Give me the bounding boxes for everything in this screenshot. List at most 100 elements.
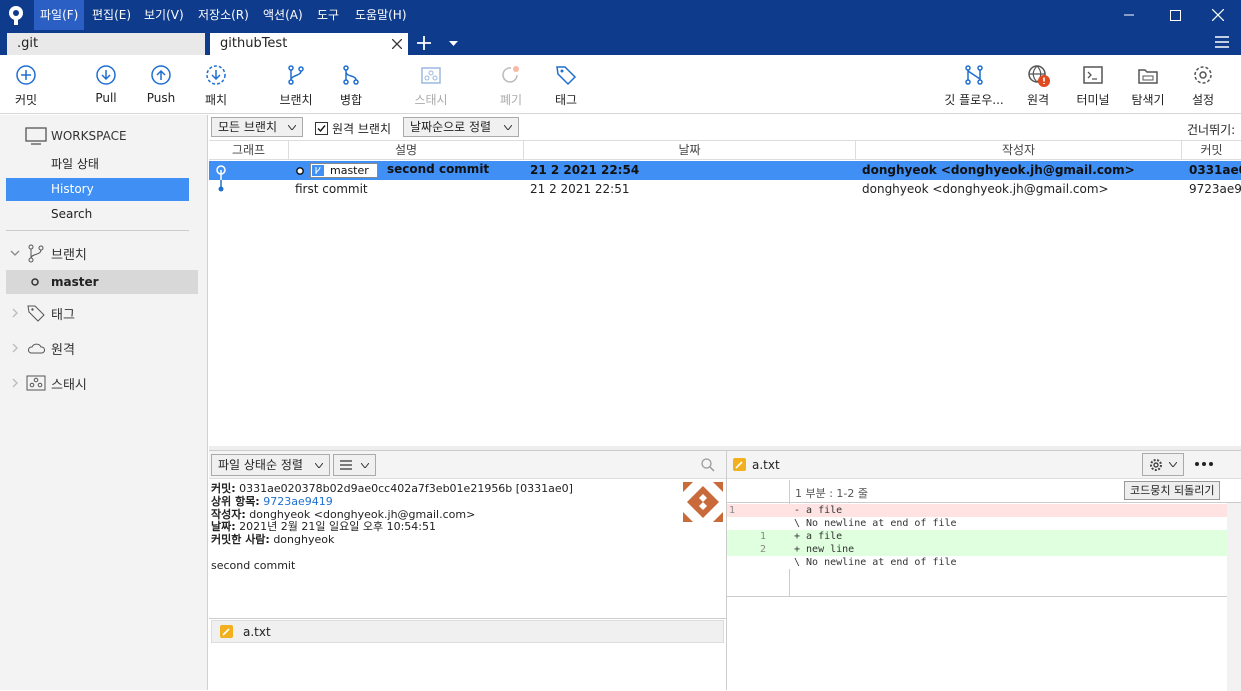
tag-label: 태그 <box>554 93 578 107</box>
head-marker-icon <box>296 167 304 175</box>
author-value: donghyeok <donghyeok.jh@gmail.com> <box>249 507 476 521</box>
maximize-button[interactable] <box>1152 0 1198 30</box>
remote-label: 원격 <box>1026 93 1050 107</box>
commit-description: first commit <box>295 182 368 196</box>
parent-link[interactable]: 9723ae9419 <box>263 495 333 508</box>
hunk-range: 1 부분 : 1-2 줄 <box>795 487 869 500</box>
stash-button[interactable]: 스태시 <box>401 63 461 108</box>
branch-button[interactable]: 브랜치 <box>266 63 326 108</box>
menu-help[interactable]: 도움말(H) <box>349 0 413 30</box>
commit-icon <box>16 65 36 85</box>
new-tab-icon[interactable] <box>417 36 431 50</box>
menu-tools[interactable]: 도구 <box>311 0 345 30</box>
column-header-date[interactable]: 날짜 <box>524 141 856 160</box>
tab-githubtest[interactable]: githubTest <box>210 33 408 55</box>
diff-options-dropdown[interactable] <box>1142 453 1184 476</box>
vertical-scrollbar[interactable] <box>1227 503 1241 691</box>
discard-button[interactable]: 폐기 <box>481 63 541 108</box>
commit-metadata: 커밋: 0331ae020378b02d9ae0cc402a7f3eb01e21… <box>211 482 573 573</box>
branch-label-master: master <box>310 163 378 178</box>
file-sort-dropdown[interactable]: 파일 상태순 정렬 <box>211 454 330 476</box>
explorer-button[interactable]: 탐색기 <box>1118 63 1178 108</box>
graph-node-icon <box>218 180 224 192</box>
maximize-icon <box>1169 9 1181 21</box>
table-row[interactable]: master second commit 21 2 2021 22:54 don… <box>209 161 1241 180</box>
search-icon[interactable] <box>701 458 715 472</box>
explorer-label: 탐색기 <box>1131 93 1165 107</box>
column-header-description[interactable]: 설명 <box>289 141 524 160</box>
push-button[interactable]: Push <box>131 63 191 105</box>
divider <box>6 230 189 231</box>
menu-actions[interactable]: 액션(A) <box>257 0 309 30</box>
commit-button[interactable]: 커밋 <box>0 63 56 108</box>
commit-detail-pane: 파일 상태순 정렬 커밋: 0331ae020378b02d9ae0cc402a… <box>209 450 726 690</box>
minimize-button[interactable] <box>1106 0 1152 30</box>
avatar <box>683 482 723 522</box>
tab-close-icon[interactable] <box>392 39 402 49</box>
terminal-button[interactable]: 터미널 <box>1063 63 1123 108</box>
file-list-item[interactable]: a.txt <box>211 620 724 643</box>
branch-master-label: master <box>51 275 99 289</box>
column-header-commit[interactable]: 커밋 <box>1182 141 1241 160</box>
divider <box>209 618 726 619</box>
more-options-icon[interactable] <box>1195 462 1213 466</box>
pull-icon <box>96 65 116 85</box>
settings-button[interactable]: 설정 <box>1173 63 1233 108</box>
sidebar: WORKSPACE 파일 상태 History Search 브랜치 maste… <box>0 115 208 690</box>
commit-date: 21 2 2021 22:51 <box>530 182 630 196</box>
remote-button[interactable]: 원격 <box>1008 63 1068 108</box>
file-modified-icon <box>220 625 233 638</box>
menu-repository[interactable]: 저장소(R) <box>192 0 255 30</box>
sidebar-item-search[interactable]: Search <box>6 203 189 226</box>
sidebar-section-stashes[interactable]: 스태시 <box>10 371 87 395</box>
push-label: Push <box>146 91 176 105</box>
committer-key: 커밋한 사람: <box>211 533 270 547</box>
merge-button[interactable]: 병합 <box>321 63 381 108</box>
sidebar-section-tags[interactable]: 태그 <box>10 301 75 325</box>
all-branches-dropdown[interactable]: 모든 브랜치 <box>211 117 303 137</box>
branch-icon <box>312 165 324 176</box>
sidebar-section-remotes[interactable]: 원격 <box>10 336 75 360</box>
cloud-icon <box>27 343 46 354</box>
sidebar-section-branches[interactable]: 브랜치 <box>10 241 87 265</box>
tab-repo[interactable]: .git <box>7 33 205 55</box>
table-row[interactable]: first commit 21 2 2021 22:51 donghyeok <… <box>209 180 1241 199</box>
revert-hunk-button[interactable]: 코드뭉치 되돌리기 <box>1124 481 1221 500</box>
branch-icon <box>28 244 44 263</box>
discard-icon <box>502 66 519 83</box>
discard-label: 폐기 <box>499 93 523 107</box>
sidebar-item-file-status[interactable]: 파일 상태 <box>6 153 189 176</box>
sidebar-branch-master[interactable]: master <box>6 270 198 294</box>
folder-icon <box>1138 69 1158 84</box>
minimize-icon <box>1124 14 1134 16</box>
author-key: 작성자: <box>211 507 246 521</box>
tab-list-chevron-icon[interactable] <box>449 41 458 46</box>
sidebar-item-history[interactable]: History <box>6 178 189 201</box>
chevron-down-icon <box>361 462 369 468</box>
pull-button[interactable]: Pull <box>76 63 136 105</box>
date-key: 날짜: <box>211 520 236 534</box>
tag-button[interactable]: 태그 <box>536 63 596 108</box>
menu-file[interactable]: 파일(F) <box>34 0 85 30</box>
current-branch-dot-icon <box>31 278 39 286</box>
column-header-graph[interactable]: 그래프 <box>209 141 289 160</box>
chevron-right-icon <box>12 378 18 388</box>
gitflow-button[interactable]: 깃 플로우... <box>944 63 1004 108</box>
sort-dropdown[interactable]: 날짜순으로 정렬 <box>403 117 519 137</box>
fetch-button[interactable]: 패치 <box>186 63 246 108</box>
close-button[interactable] <box>1195 0 1241 30</box>
chevron-down-icon <box>315 462 323 468</box>
column-header-author[interactable]: 작성자 <box>856 141 1182 160</box>
line-text: + a file <box>794 531 843 542</box>
menu-view[interactable]: 보기(V) <box>138 0 190 30</box>
menu-edit[interactable]: 편집(E) <box>86 0 137 30</box>
chevron-down-icon <box>10 250 20 256</box>
view-mode-dropdown[interactable] <box>333 454 376 476</box>
gear-icon <box>1194 66 1212 84</box>
hamburger-menu-icon[interactable] <box>1215 36 1229 48</box>
gear-icon <box>1150 458 1162 471</box>
divider <box>727 596 1227 597</box>
close-icon <box>1212 9 1224 21</box>
new-line-number: 2 <box>760 544 767 555</box>
remote-branches-checkbox[interactable]: 원격 브랜치 <box>315 120 391 137</box>
